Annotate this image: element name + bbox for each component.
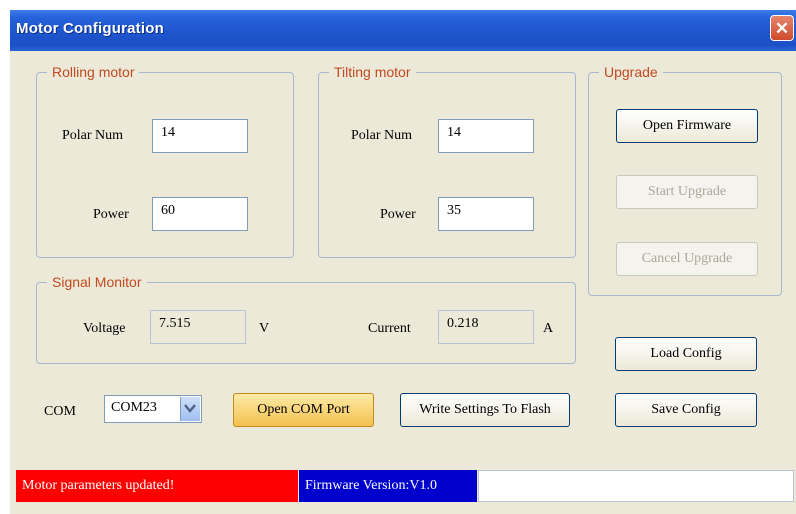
window-title: Motor Configuration bbox=[16, 20, 164, 37]
chevron-down-icon bbox=[184, 404, 196, 413]
upgrade-title: Upgrade bbox=[599, 63, 663, 81]
tilting-motor-title: Tilting motor bbox=[329, 63, 416, 81]
title-bar[interactable]: Motor Configuration ✕ bbox=[10, 10, 796, 51]
close-button[interactable]: ✕ bbox=[770, 15, 794, 41]
tilting-motor-group: Tilting motor Polar Num 14 Power 35 bbox=[318, 63, 576, 258]
rolling-power-input[interactable]: 60 bbox=[152, 197, 248, 231]
current-value: 0.218 bbox=[438, 310, 534, 344]
signal-monitor-group: Signal Monitor Voltage 7.515 V Current 0… bbox=[36, 273, 576, 364]
com-label: COM bbox=[44, 404, 76, 419]
rolling-motor-group: Rolling motor Polar Num 14 Power 60 bbox=[36, 63, 294, 258]
close-icon: ✕ bbox=[774, 19, 790, 38]
voltage-label: Voltage bbox=[83, 321, 126, 336]
status-empty-panel bbox=[478, 470, 794, 502]
voltage-unit: V bbox=[259, 321, 270, 336]
write-settings-button[interactable]: Write Settings To Flash bbox=[400, 393, 570, 427]
open-firmware-button[interactable]: Open Firmware bbox=[616, 109, 758, 143]
motor-config-window: Motor Configuration ✕ Rolling motor Pola… bbox=[10, 10, 796, 514]
current-label: Current bbox=[368, 321, 411, 336]
save-config-button[interactable]: Save Config bbox=[615, 393, 757, 427]
voltage-value: 7.515 bbox=[150, 310, 246, 344]
com-port-select[interactable]: COM23 bbox=[104, 395, 202, 423]
tilting-polar-label: Polar Num bbox=[351, 128, 413, 143]
rolling-power-label: Power bbox=[93, 207, 129, 222]
start-upgrade-button[interactable]: Start Upgrade bbox=[616, 175, 758, 209]
rolling-polar-input[interactable]: 14 bbox=[152, 119, 248, 153]
cancel-upgrade-button[interactable]: Cancel Upgrade bbox=[616, 242, 758, 276]
dropdown-arrow-button[interactable] bbox=[180, 397, 200, 421]
current-unit: A bbox=[543, 321, 554, 336]
open-com-port-button[interactable]: Open COM Port bbox=[233, 393, 374, 427]
tilting-power-label: Power bbox=[380, 207, 416, 222]
upgrade-group: Upgrade Open Firmware Start Upgrade Canc… bbox=[588, 63, 782, 296]
signal-monitor-title: Signal Monitor bbox=[47, 273, 147, 291]
load-config-button[interactable]: Load Config bbox=[615, 337, 757, 371]
tilting-power-input[interactable]: 35 bbox=[438, 197, 534, 231]
rolling-polar-label: Polar Num bbox=[62, 128, 124, 143]
firmware-version: Firmware Version:V1.0 bbox=[299, 470, 477, 502]
rolling-motor-title: Rolling motor bbox=[47, 63, 140, 81]
status-message: Motor parameters updated! bbox=[16, 470, 298, 502]
tilting-polar-input[interactable]: 14 bbox=[438, 119, 534, 153]
com-port-value: COM23 bbox=[111, 400, 157, 415]
